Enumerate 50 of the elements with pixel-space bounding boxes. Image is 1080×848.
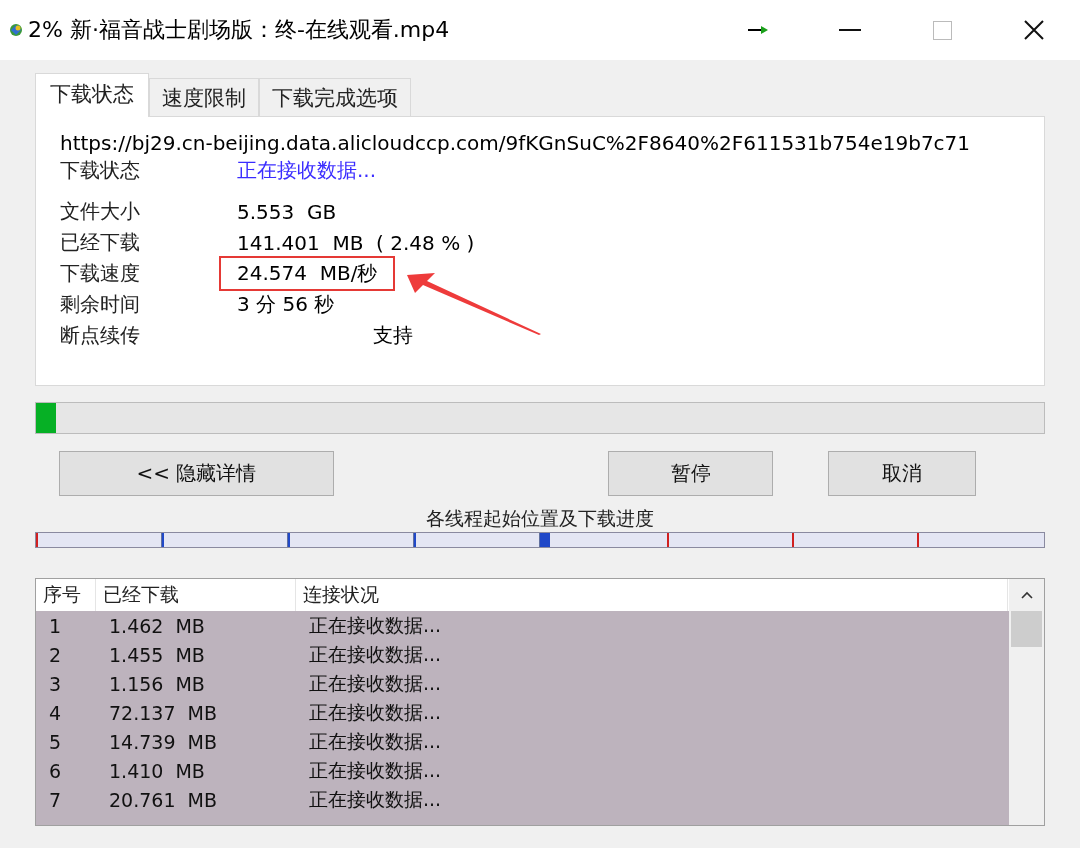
- status-value: 正在接收数据...: [237, 157, 377, 184]
- table-cell-text: 20.761 MB: [108, 787, 218, 813]
- threads-label: 各线程起始位置及下载进度: [425, 506, 655, 531]
- maximize-icon[interactable]: [932, 20, 952, 40]
- table-cell-text: 1.410 MB: [108, 758, 206, 784]
- table-cell-text: 正在接收数据...: [308, 728, 443, 754]
- table-cell-text: 3: [48, 671, 63, 697]
- detail-value: 141.401 MB ( 2.48 % ): [237, 230, 475, 255]
- table-cell-text: 14.739 MB: [108, 729, 218, 755]
- tab[interactable]: 速度限制: [149, 78, 259, 116]
- table-cell-text: 正在接收数据...: [308, 641, 443, 667]
- table-cell-text: 正在接收数据...: [308, 757, 443, 783]
- window-title: 2% 新·福音战士剧场版：终-在线观看.mp4: [28, 16, 451, 44]
- status-label: 下载状态: [60, 157, 141, 184]
- scroll-thumb[interactable]: [1011, 611, 1042, 647]
- table-cell-text: 7: [48, 787, 63, 813]
- app-icon: [8, 22, 24, 38]
- scroll-up-icon[interactable]: [1020, 591, 1033, 599]
- detail-label: 下载速度: [60, 260, 141, 287]
- tab[interactable]: 下载完成选项: [259, 78, 411, 116]
- detail-label: 已经下载: [60, 229, 141, 256]
- cancel-button[interactable]: 取消: [828, 451, 976, 496]
- detail-value: 支持: [373, 322, 413, 349]
- detail-value: 24.574 MB/秒: [221, 258, 394, 289]
- pause-button[interactable]: 暂停: [608, 451, 773, 496]
- table-cell-text: 4: [48, 700, 63, 726]
- table-cell-text: 6: [48, 758, 63, 784]
- hide-details-button[interactable]: << 隐藏详情: [59, 451, 334, 496]
- url-text: https://bj29.cn-beijing.data.alicloudccp.com/9fKGnSuC%2F8640%2F611531b754e19b7c71: [60, 131, 972, 155]
- detail-label: 断点续传: [60, 322, 141, 349]
- arrow-icon[interactable]: [748, 26, 768, 34]
- table-cell-text: 正在接收数据...: [308, 670, 443, 696]
- scrollbar[interactable]: [1009, 579, 1044, 825]
- detail-label: 剩余时间: [60, 291, 141, 318]
- table-cell-text: 72.137 MB: [108, 700, 218, 726]
- table-cell-text: 正在接收数据...: [308, 699, 443, 725]
- detail-label: 文件大小: [60, 198, 141, 225]
- table-cell-text: 正在接收数据...: [308, 786, 443, 812]
- table-cell-text: 1.462 MB: [108, 613, 206, 639]
- table-cell-text: 2: [48, 642, 63, 668]
- table-cell-text: 1.455 MB: [108, 642, 206, 668]
- detail-value: 5.553 GB: [237, 199, 337, 224]
- table-cell-text: 1: [48, 613, 63, 639]
- table-cell-text: 正在接收数据...: [308, 612, 443, 638]
- close-icon[interactable]: [1024, 20, 1044, 40]
- table-cell-text: 1.156 MB: [108, 671, 206, 697]
- minimize-icon[interactable]: [839, 29, 861, 31]
- tab[interactable]: 下载状态: [35, 73, 149, 117]
- table-cell-text: 5: [48, 729, 63, 755]
- detail-value: 3 分 56 秒: [237, 291, 335, 318]
